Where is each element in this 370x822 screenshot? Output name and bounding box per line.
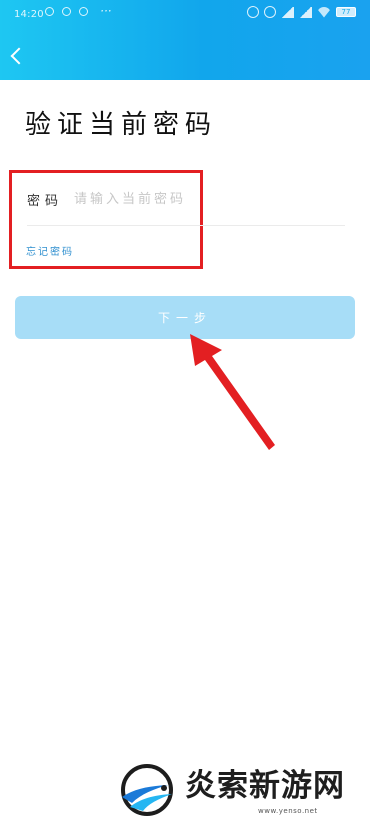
notification-icon [62,7,71,16]
notification-icon [45,7,54,16]
watermark-url: www.yenso.net [258,807,318,815]
status-time: 14:20 [14,9,44,20]
signal-icon [281,6,294,18]
next-step-button[interactable]: 下一步 [15,296,355,339]
watermark-text: 炎索新游网 [185,768,345,804]
status-system-icons: 77 [247,6,356,18]
wifi-icon [317,6,331,18]
password-row: 密码 [27,182,345,217]
annotation-arrow-shape [190,334,275,450]
app-header: 14:20 ··· 77 [0,0,370,80]
password-input[interactable] [72,187,334,212]
watermark: 炎索新游网 www.yenso.net [118,758,370,822]
watermark-logo-icon [121,764,173,816]
alarm-icon [264,6,276,18]
status-bar: 14:20 ··· 77 [0,0,370,32]
input-divider [27,225,345,226]
signal-icon [299,6,312,18]
notification-icon [79,7,88,16]
more-notifications-icon: ··· [100,4,112,18]
do-not-disturb-icon [247,6,259,18]
battery-icon: 77 [336,7,356,17]
page-title: 验证当前密码 [25,110,218,140]
forgot-password-link[interactable]: 忘记密码 [26,243,74,258]
back-button[interactable] [4,42,28,70]
chevron-left-icon [10,47,27,65]
status-notification-icons: ··· [45,4,112,18]
password-label: 密码 [27,194,64,209]
